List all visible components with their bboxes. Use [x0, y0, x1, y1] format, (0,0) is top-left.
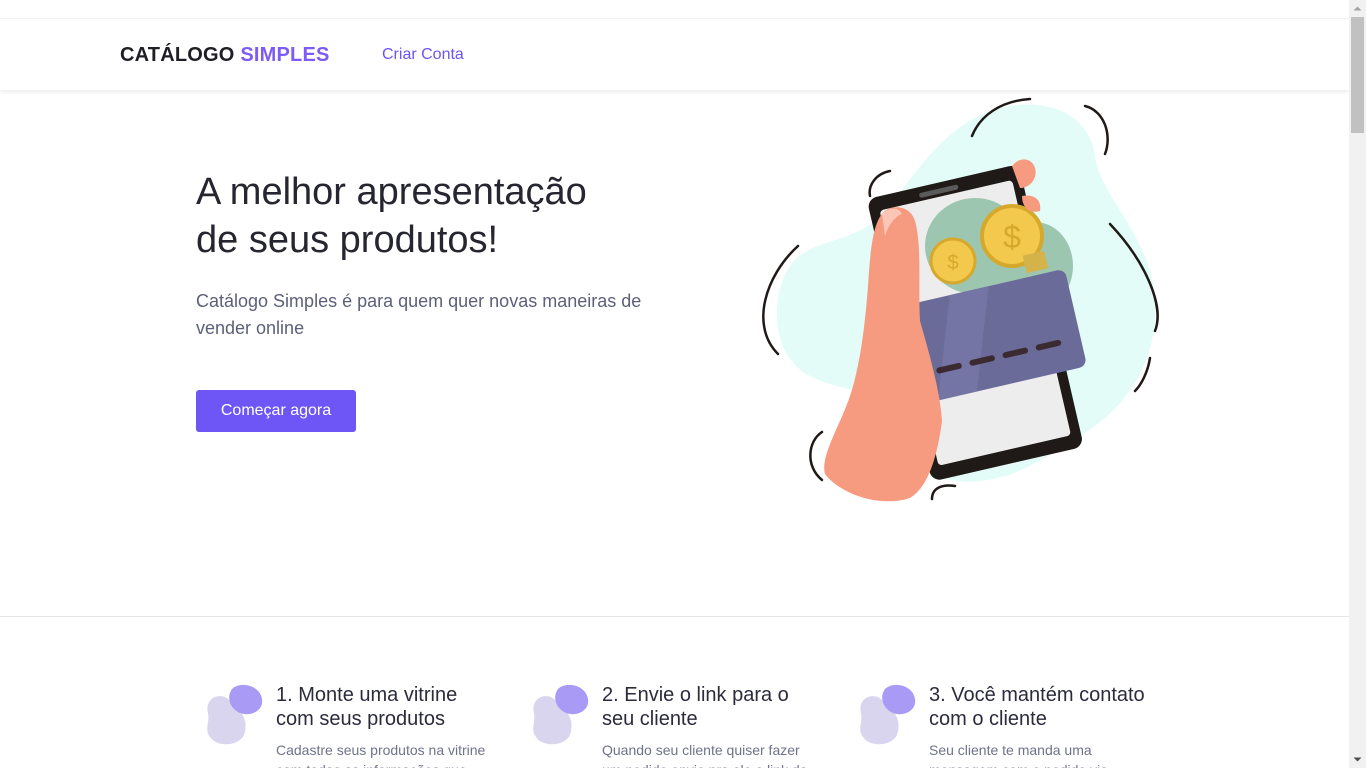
scrollbar-thumb[interactable]	[1351, 17, 1364, 133]
step-2-title: 2. Envie o link para o seu cliente	[602, 684, 789, 730]
svg-text:$: $	[947, 252, 958, 274]
doodle-bottom-left	[809, 430, 824, 482]
brand-logo[interactable]: CATÁLOGO SIMPLES	[120, 44, 330, 67]
step-1-description: Cadastre seus produtos na vitrine com to…	[276, 742, 486, 768]
doodle-bottom	[930, 484, 957, 501]
step-card-2: 2. Envie o link para o seu cliente Quand…	[526, 683, 826, 768]
step-3-title: 3. Você mantém contato com o cliente	[929, 684, 1145, 730]
top-header: CATÁLOGO SIMPLES Criar Conta	[0, 18, 1349, 90]
logo-accent-text: SIMPLES	[240, 44, 330, 66]
step-card-3: 3. Você mantém contato com o cliente Seu…	[853, 683, 1153, 768]
step-2-description: Quando seu cliente quiser fazer um pedid…	[602, 742, 807, 768]
step-2-blob-icon	[533, 684, 589, 745]
logo-main-text: CATÁLOGO	[120, 44, 235, 66]
step-3-description: Seu cliente te manda uma mensagem com o …	[929, 742, 1108, 768]
hero-title-line2: de seus produtos!	[196, 219, 499, 261]
step-card-1: 1. Monte uma vitrine com seus produtos C…	[200, 683, 500, 768]
step-1-blob-icon	[207, 684, 263, 745]
hero-title-line1: A melhor apresentação	[196, 171, 587, 213]
scroll-up-arrow-icon[interactable]	[1349, 0, 1366, 17]
doodle-left-top	[868, 169, 892, 198]
step-1-title: 1. Monte uma vitrine com seus produtos	[276, 684, 458, 730]
svg-text:$: $	[1003, 219, 1021, 255]
step-3-blob-icon	[860, 684, 916, 745]
vertical-scrollbar[interactable]	[1349, 0, 1366, 768]
get-started-button[interactable]: Começar agora	[196, 390, 356, 432]
hero-subtitle: Catálogo Simples é para quem quer novas …	[196, 291, 642, 338]
hero-title: A melhor apresentação de seus produtos!	[196, 168, 666, 264]
create-account-link[interactable]: Criar Conta	[382, 46, 464, 64]
scroll-down-arrow-icon[interactable]	[1349, 751, 1366, 768]
phone-payment-illustration: $ $	[762, 97, 1159, 502]
section-divider	[0, 616, 1349, 617]
landing-page: CATÁLOGO SIMPLES Criar Conta A melhor ap…	[0, 0, 1349, 768]
